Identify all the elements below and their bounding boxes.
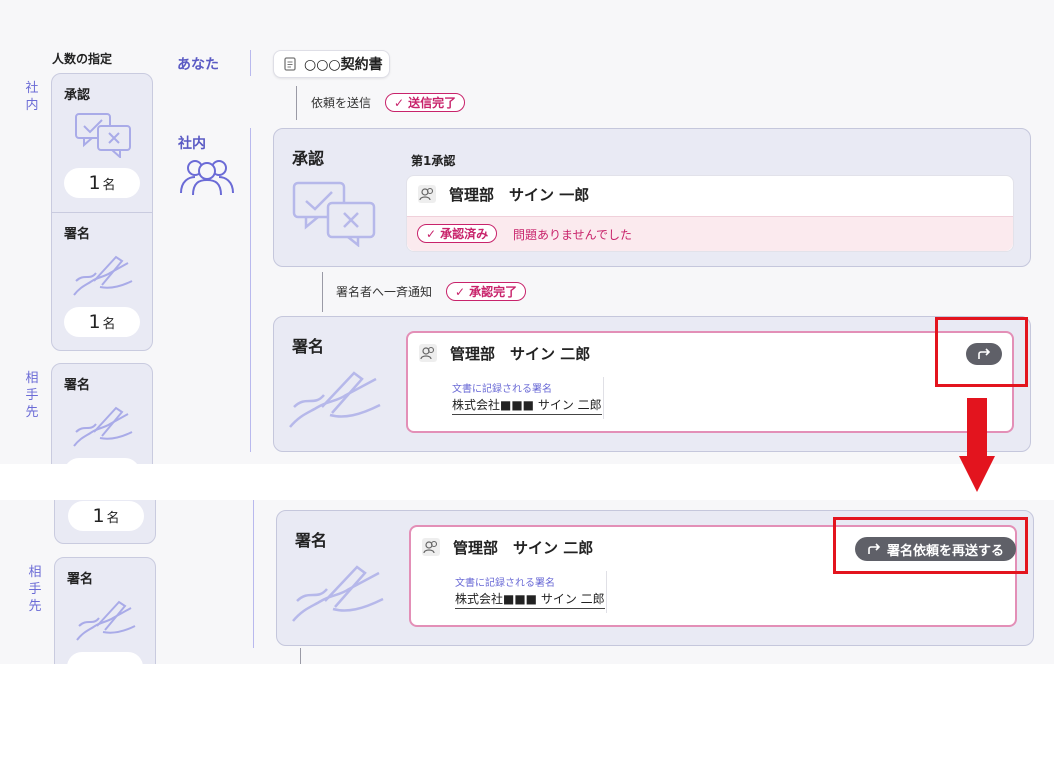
partner-sign-title-2: 署名 bbox=[67, 572, 94, 587]
partner-vertical-label: 相手先 bbox=[25, 371, 39, 420]
sign-stage-before: 署名 管理部 サイン 二郎 文書に記録される署名 株式会社■■■ サイン 二郎 bbox=[273, 316, 1031, 452]
check-icon: ✓ bbox=[394, 95, 405, 110]
internal-roles-card-2: 1名 bbox=[54, 500, 156, 544]
group-icon bbox=[180, 160, 234, 196]
sign-stage-title: 署名 bbox=[292, 337, 325, 356]
approve-stage-chat-icon bbox=[292, 181, 376, 247]
highlight-box-resend-button bbox=[833, 517, 1028, 574]
annotation-arrow-head bbox=[959, 456, 995, 492]
approved-pill-label: 承認済み bbox=[440, 227, 489, 241]
signer-name: 管理部 サイン 二郎 bbox=[450, 345, 591, 363]
approve-role-title: 承認 bbox=[64, 88, 91, 103]
sign-stage-hand-icon bbox=[289, 371, 381, 428]
check-icon: ✓ bbox=[455, 284, 466, 299]
you-label: あなた bbox=[177, 57, 219, 73]
internal-vertical-label: 社内 bbox=[25, 81, 39, 113]
count-pill-2[interactable]: 1名 bbox=[68, 501, 144, 531]
approve-complete-pill: ✓ 承認完了 bbox=[446, 282, 527, 301]
partner-signing-hand-icon-2 bbox=[76, 600, 136, 641]
signature-divider bbox=[603, 377, 604, 419]
approve-stage-title: 承認 bbox=[292, 149, 325, 168]
sign-stage-title-2: 署名 bbox=[295, 531, 328, 550]
bottom-panel: 1名 相手先 署名 署名 管理部 サイン 二郎 文書に記録される署名 株式会社■… bbox=[0, 500, 1054, 664]
signature-divider-2 bbox=[606, 571, 607, 613]
signature-value-2: 株式会社■■■ サイン 二郎 bbox=[455, 590, 605, 609]
signature-value: 株式会社■■■ サイン 二郎 bbox=[452, 396, 602, 415]
person-icon bbox=[419, 344, 437, 362]
count-heading: 人数の指定 bbox=[52, 52, 113, 66]
approver-name: 管理部 サイン 一郎 bbox=[449, 186, 590, 204]
partner-role-card-2: 署名 bbox=[54, 557, 156, 664]
approved-status-bar: ✓ 承認済み 問題ありませんでした bbox=[407, 216, 1013, 251]
sign-count-unit: 名 bbox=[102, 317, 116, 332]
approve-count-unit: 名 bbox=[102, 178, 116, 193]
person-icon bbox=[422, 538, 440, 556]
internal-divider bbox=[250, 128, 251, 452]
annotation-arrow-shaft bbox=[967, 398, 987, 458]
approval-comment: 問題ありませんでした bbox=[513, 228, 633, 242]
highlight-box-icon-button bbox=[935, 317, 1028, 387]
count-value-2: 1 bbox=[92, 505, 105, 527]
sign-role-segment: 署名 1名 bbox=[52, 212, 152, 350]
approve-count-value: 1 bbox=[88, 172, 101, 194]
sign-role-title: 署名 bbox=[64, 227, 91, 242]
partner-count-pill-2[interactable] bbox=[67, 652, 143, 664]
partner-vertical-label-2: 相手先 bbox=[28, 565, 42, 614]
signature-label-2: 文書に記録される署名 bbox=[455, 578, 555, 589]
approve-chat-icon bbox=[75, 113, 131, 158]
partner-role-card: 署名 bbox=[51, 363, 153, 464]
check-icon: ✓ bbox=[426, 226, 437, 241]
send-complete-pill: ✓ 送信完了 bbox=[385, 93, 466, 112]
person-icon bbox=[418, 185, 436, 203]
partner-sign-title: 署名 bbox=[64, 378, 91, 393]
approver-card[interactable]: 管理部 サイン 一郎 ✓ 承認済み 問題ありませんでした bbox=[406, 175, 1014, 252]
document-icon bbox=[284, 57, 296, 71]
partner-signing-hand-icon bbox=[73, 406, 133, 447]
connector-3 bbox=[300, 648, 301, 664]
sign-stage-hand-icon-2 bbox=[292, 565, 384, 622]
internal-roles-card: 承認 1名 署名 1名 bbox=[51, 73, 153, 351]
internal-side-label: 社内 bbox=[178, 136, 206, 152]
request-sent-text: 依頼を送信 bbox=[311, 96, 372, 110]
partner-count-pill[interactable] bbox=[64, 458, 140, 464]
send-complete-label: 送信完了 bbox=[408, 96, 457, 110]
internal-divider-2 bbox=[253, 500, 254, 648]
document-chip[interactable]: ○○○契約書 bbox=[273, 50, 390, 78]
signature-label: 文書に記録される署名 bbox=[452, 384, 552, 395]
document-name: ○○○契約書 bbox=[304, 57, 383, 73]
approve-role-segment: 承認 1名 bbox=[52, 74, 152, 212]
approve-complete-label: 承認完了 bbox=[469, 285, 518, 299]
signer-card-before[interactable]: 管理部 サイン 二郎 文書に記録される署名 株式会社■■■ サイン 二郎 bbox=[406, 331, 1014, 433]
sign-count-value: 1 bbox=[88, 311, 101, 333]
count-unit-2: 名 bbox=[106, 511, 120, 526]
connector-1 bbox=[296, 86, 297, 120]
approve-count-pill[interactable]: 1名 bbox=[64, 168, 140, 198]
approve-stage-subtitle: 第1承認 bbox=[411, 154, 456, 168]
notify-text: 署名者へ一斉通知 bbox=[336, 285, 433, 299]
top-panel: 人数の指定 社内 承認 1名 署名 1名 相手先 署名 あなた 社内 ○○○契約… bbox=[0, 0, 1054, 464]
approved-pill: ✓ 承認済み bbox=[417, 224, 498, 243]
signing-hand-icon bbox=[73, 255, 133, 296]
sign-count-pill[interactable]: 1名 bbox=[64, 307, 140, 337]
you-divider bbox=[250, 50, 251, 76]
approve-stage: 承認 第1承認 管理部 サイン 一郎 ✓ 承認済み 問題ありませんでした bbox=[273, 128, 1031, 267]
signer-name-2: 管理部 サイン 二郎 bbox=[453, 539, 594, 557]
connector-2 bbox=[322, 272, 323, 312]
